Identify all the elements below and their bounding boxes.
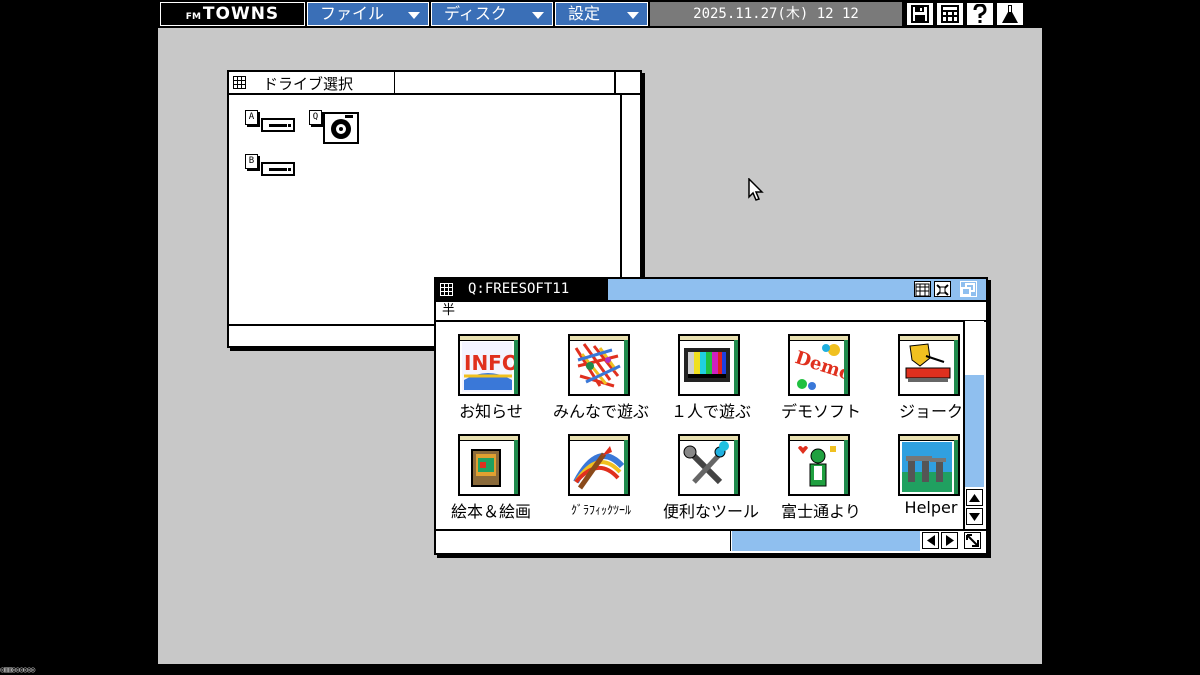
clock: 2025.11.27(木) 12 12 <box>650 2 902 26</box>
scroll-left-icon[interactable] <box>922 532 939 549</box>
icon-label: お知らせ <box>459 402 523 421</box>
folder-window-titlebar[interactable]: Q:FREESOFT11 <box>436 279 986 302</box>
hscroll-thumb[interactable] <box>436 531 731 551</box>
floppy-save-icon[interactable] <box>906 2 934 26</box>
mouse-cursor-icon <box>748 178 764 201</box>
icon-tools[interactable]: 便利なツール <box>656 434 766 530</box>
demo-icon: Demo <box>788 334 850 396</box>
menu-file-label: ファイル <box>320 4 385 23</box>
menu-settings[interactable]: 設定 <box>555 2 648 26</box>
icon-demo[interactable]: Demo デモソフト <box>766 334 876 430</box>
window-menu-icon[interactable] <box>440 283 453 296</box>
floppy-drive-icon <box>261 118 295 132</box>
chevron-down-icon <box>532 12 544 19</box>
path-bar: 半 <box>436 302 986 322</box>
menu-settings-label: 設定 <box>568 4 601 23</box>
scroll-right-icon[interactable] <box>941 532 958 549</box>
status-line: ◎▥▥◎◎◎◎◎◎ <box>0 665 35 674</box>
cdrom-drive-icon <box>323 112 359 144</box>
menu-bar: FM TOWNS ファイル ディスク 設定 2025.11.27(木) 12 1… <box>158 0 1042 28</box>
picture-book-icon <box>458 434 520 496</box>
floppy-drive-icon <box>261 162 295 176</box>
flask-icon[interactable] <box>996 2 1024 26</box>
chevron-down-icon <box>408 12 420 19</box>
drive-q[interactable]: Q <box>309 110 369 154</box>
icon-label: ｸﾞﾗﾌｨｯｸﾂｰﾙ <box>570 503 631 517</box>
chevron-down-icon <box>627 12 639 19</box>
icon-label: １人で遊ぶ <box>670 402 751 421</box>
drive-letter: Q <box>309 110 322 125</box>
tv-colorbars-icon <box>678 334 740 396</box>
drive-letter: B <box>245 154 258 169</box>
grid-view-icon[interactable] <box>914 281 931 297</box>
menu-disk-label: ディスク <box>444 4 507 23</box>
desktop: FM TOWNS ファイル ディスク 設定 2025.11.27(木) 12 1… <box>158 0 1042 664</box>
icon-solo[interactable]: １人で遊ぶ <box>656 334 766 430</box>
icon-graphic-tool[interactable]: ｸﾞﾗﾌｨｯｸﾂｰﾙ <box>546 434 656 530</box>
maximize-icon[interactable] <box>934 281 951 297</box>
vertical-scrollbar[interactable] <box>963 321 984 531</box>
joke-icon <box>898 334 960 396</box>
drive-letter: A <box>245 110 258 125</box>
title-box: ドライブ選択 <box>229 72 395 93</box>
menu-disk[interactable]: ディスク <box>431 2 553 26</box>
menu-file[interactable]: ファイル <box>307 2 429 26</box>
wrench-tools-icon <box>678 434 740 496</box>
drive-a[interactable]: A <box>245 110 305 154</box>
logo-prefix: FM <box>185 11 201 22</box>
close-box[interactable] <box>614 72 640 93</box>
icon-party[interactable]: みんなで遊ぶ <box>546 334 656 430</box>
icon-label: 絵本＆絵画 <box>450 502 531 521</box>
restore-icon[interactable] <box>960 281 977 297</box>
icon-label: 富士通より <box>781 502 861 521</box>
logo-text: TOWNS <box>202 4 280 24</box>
info-icon: INFO <box>458 334 520 396</box>
drive-window-titlebar[interactable]: ドライブ選択 <box>229 72 640 95</box>
window-menu-icon[interactable] <box>233 76 246 89</box>
horizontal-scrollbar[interactable] <box>436 529 986 553</box>
drive-b[interactable]: B <box>245 154 305 198</box>
stonehenge-icon <box>898 434 960 496</box>
icon-info[interactable]: INFO お知らせ <box>436 334 546 430</box>
resize-icon[interactable] <box>964 532 981 549</box>
svg-text:INFO: INFO <box>464 351 518 375</box>
icon-fujitsu[interactable]: 富士通より <box>766 434 876 530</box>
hscroll-track[interactable] <box>732 531 920 551</box>
scroll-track[interactable] <box>965 375 984 487</box>
icon-picture-book[interactable]: 絵本＆絵画 <box>436 434 546 530</box>
scroll-down-icon[interactable] <box>966 508 983 525</box>
paint-brush-icon <box>568 434 630 496</box>
scroll-thumb[interactable] <box>965 321 984 375</box>
party-icon <box>568 334 630 396</box>
scroll-up-icon[interactable] <box>966 489 983 506</box>
title-black: Q:FREESOFT11 <box>436 279 608 300</box>
window-title: Q:FREESOFT11 <box>468 281 570 297</box>
window-tile-icon[interactable] <box>936 2 964 26</box>
fujitsu-person-icon <box>788 434 850 496</box>
help-icon[interactable] <box>966 2 994 26</box>
fm-towns-logo[interactable]: FM TOWNS <box>160 2 305 26</box>
folder-window[interactable]: Q:FREESOFT11 半 INFO お知らせ みんなで遊ぶ １人で遊ぶ De… <box>434 277 988 555</box>
icon-label: デモソフト <box>780 402 861 421</box>
window-title: ドライブ選択 <box>263 75 354 93</box>
icon-label: 便利なツール <box>662 502 759 521</box>
icon-label: みんなで遊ぶ <box>552 402 649 421</box>
